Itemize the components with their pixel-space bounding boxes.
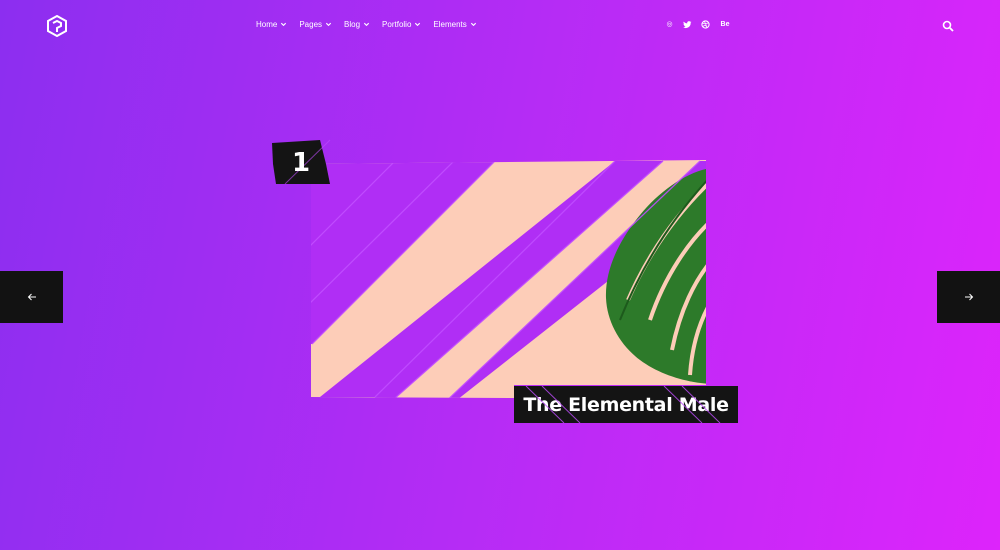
slide-title-box[interactable]: The Elemental Male: [514, 386, 738, 423]
title-stripes: [525, 386, 721, 423]
slide-number: 1: [291, 148, 311, 178]
slide-image[interactable]: [0, 0, 1000, 550]
